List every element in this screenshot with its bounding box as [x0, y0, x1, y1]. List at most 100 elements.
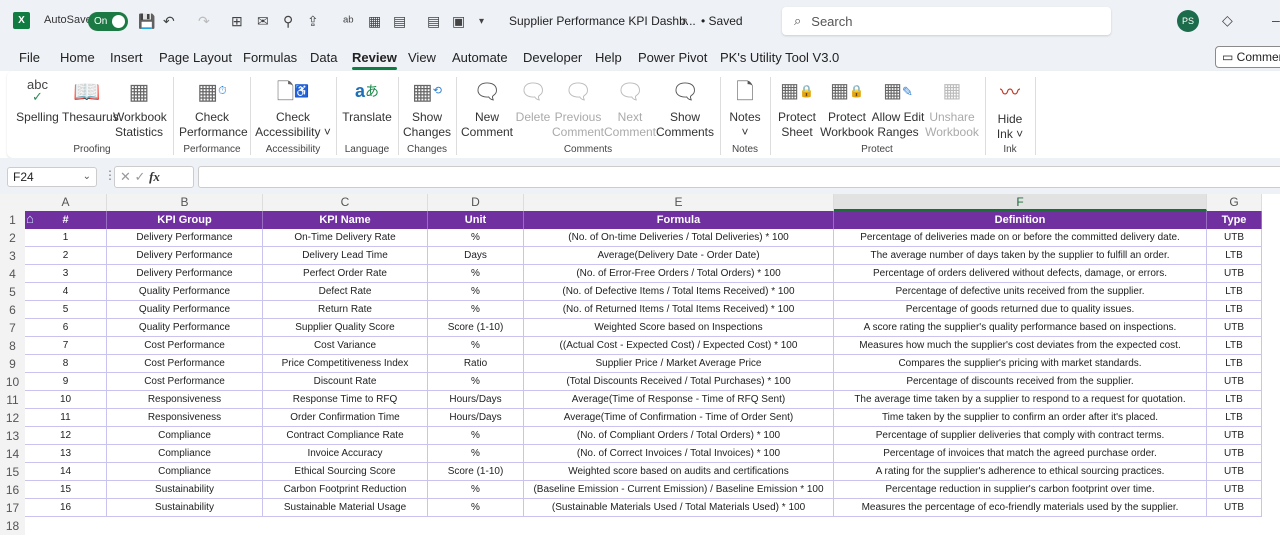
cell-col-number[interactable]: 14	[25, 463, 107, 481]
tab-insert[interactable]: Insert	[110, 50, 143, 65]
form-icon[interactable]: ▣	[452, 12, 465, 30]
cell-unit[interactable]: Ratio	[428, 355, 524, 373]
header-cell-kpi-group[interactable]: KPI Group	[107, 211, 263, 229]
cell-type[interactable]: UTB	[1207, 463, 1262, 481]
cell-formula[interactable]: Average(Time of Response - Time of RFQ S…	[524, 391, 834, 409]
cell-formula[interactable]: Weighted Score based on Inspections	[524, 319, 834, 337]
cell-definition[interactable]: The average number of days taken by the …	[834, 247, 1207, 265]
cell-kpi-name[interactable]: Response Time to RFQ	[263, 391, 428, 409]
cell-unit[interactable]: Score (1-10)	[428, 463, 524, 481]
cell-definition[interactable]: Percentage of deliveries made on or befo…	[834, 229, 1207, 247]
column-header-b[interactable]: B	[107, 194, 263, 211]
cell-type[interactable]: LTB	[1207, 283, 1262, 301]
cell-kpi-group[interactable]: Quality Performance	[107, 319, 263, 337]
cell-kpi-group[interactable]: Compliance	[107, 427, 263, 445]
name-box[interactable]: F24 ⌄	[7, 167, 97, 187]
check-accessibility-button[interactable]: 🗋 ♿ Check Accessibility ˅	[255, 74, 331, 140]
cell-col-number[interactable]: 9	[25, 373, 107, 391]
notes-button[interactable]: 🗋 Notes ˅	[725, 74, 765, 140]
row-header[interactable]: 14	[0, 445, 25, 463]
unshare-workbook-button[interactable]: ▦ Unshare Workbook	[925, 74, 979, 140]
cell-kpi-group[interactable]: Compliance	[107, 445, 263, 463]
header-cell-unit[interactable]: Unit	[428, 211, 524, 229]
header-cell-formula[interactable]: Formula	[524, 211, 834, 229]
cell-kpi-group[interactable]: Compliance	[107, 463, 263, 481]
filter-icon[interactable]: ⚲	[283, 12, 293, 30]
cell-formula[interactable]: (No. of On-time Deliveries / Total Deliv…	[524, 229, 834, 247]
cell-definition[interactable]: Percentage of invoices that match the ag…	[834, 445, 1207, 463]
cell-col-number[interactable]: 7	[25, 337, 107, 355]
tab-view[interactable]: View	[408, 50, 436, 65]
cell-kpi-name[interactable]: Supplier Quality Score	[263, 319, 428, 337]
cell-kpi-group[interactable]: Delivery Performance	[107, 229, 263, 247]
row-header[interactable]: 3	[0, 247, 25, 265]
insert-function-icon[interactable]: fx	[149, 169, 160, 184]
cell-kpi-name[interactable]: Contract Compliance Rate	[263, 427, 428, 445]
cell-type[interactable]: UTB	[1207, 229, 1262, 247]
row-header[interactable]: 4	[0, 265, 25, 283]
tab-pk-utility[interactable]: PK's Utility Tool V3.0	[720, 50, 839, 65]
row-header[interactable]: 2	[0, 229, 25, 247]
cell-definition[interactable]: Percentage of discounts received from th…	[834, 373, 1207, 391]
cell-unit[interactable]: %	[428, 445, 524, 463]
row-header[interactable]: 11	[0, 391, 25, 409]
previous-comment-button[interactable]: 🗨 Previous Comment	[552, 74, 604, 140]
share-icon[interactable]: ⇪	[307, 12, 319, 30]
cell-formula[interactable]: (Total Discounts Received / Total Purcha…	[524, 373, 834, 391]
row-header[interactable]: 6	[0, 301, 25, 319]
thesaurus-button[interactable]: 📖 Thesaurus	[62, 74, 119, 125]
row-header[interactable]: 12	[0, 409, 25, 427]
hide-ink-button[interactable]: 〰 Hide Ink ˅	[990, 76, 1030, 142]
cell-type[interactable]: UTB	[1207, 319, 1262, 337]
redo-icon[interactable]: ↷	[198, 12, 210, 30]
header-cell-kpi-name[interactable]: KPI Name	[263, 211, 428, 229]
search-box[interactable]: ⌕ Search	[782, 7, 1111, 35]
cell-kpi-group[interactable]: Quality Performance	[107, 283, 263, 301]
customize-qat-icon[interactable]: ▾	[479, 12, 484, 30]
cell-unit[interactable]: %	[428, 283, 524, 301]
home-icon[interactable]: ⌂	[26, 211, 34, 226]
cell-kpi-name[interactable]: Sustainable Material Usage	[263, 499, 428, 517]
next-comment-button[interactable]: 🗨 Next Comment	[604, 74, 656, 140]
comments-button[interactable]: ▭ Commen	[1215, 46, 1280, 68]
cell-formula[interactable]: (No. of Defective Items / Total Items Re…	[524, 283, 834, 301]
cell-definition[interactable]: Percentage of orders delivered without d…	[834, 265, 1207, 283]
formula-input[interactable]	[198, 166, 1280, 188]
enter-icon[interactable]: ✓	[135, 169, 146, 184]
cell-kpi-name[interactable]: Return Rate	[263, 301, 428, 319]
cell-kpi-name[interactable]: Perfect Order Rate	[263, 265, 428, 283]
cell-col-number[interactable]: 16	[25, 499, 107, 517]
autosave-toggle[interactable]: On	[88, 12, 128, 31]
cell-formula[interactable]: Average(Time of Confirmation - Time of O…	[524, 409, 834, 427]
cell-col-number[interactable]: 6	[25, 319, 107, 337]
row-header[interactable]: 17	[0, 499, 25, 517]
cell-kpi-group[interactable]: Quality Performance	[107, 301, 263, 319]
header-cell-col-number[interactable]: #	[25, 211, 107, 229]
cell-unit[interactable]: %	[428, 427, 524, 445]
header-cell-definition[interactable]: Definition	[834, 211, 1207, 229]
cell-formula[interactable]: (No. of Returned Items / Total Items Rec…	[524, 301, 834, 319]
cell-col-number[interactable]: 4	[25, 283, 107, 301]
cell-definition[interactable]: Percentage reduction in supplier's carbo…	[834, 481, 1207, 499]
row-header[interactable]: 16	[0, 481, 25, 499]
row-header[interactable]: 13	[0, 427, 25, 445]
cell-formula[interactable]: Supplier Price / Market Average Price	[524, 355, 834, 373]
cell-type[interactable]: UTB	[1207, 499, 1262, 517]
protect-workbook-button[interactable]: ▦ 🔒 Protect Workbook	[819, 74, 875, 140]
cell-kpi-group[interactable]: Delivery Performance	[107, 265, 263, 283]
cancel-icon[interactable]: ✕	[120, 169, 131, 184]
cell-kpi-name[interactable]: Cost Variance	[263, 337, 428, 355]
cell-type[interactable]: UTB	[1207, 481, 1262, 499]
cell-unit[interactable]: %	[428, 373, 524, 391]
column-header-g[interactable]: G	[1207, 194, 1262, 211]
cell-formula[interactable]: ((Actual Cost - Expected Cost) / Expecte…	[524, 337, 834, 355]
cell-col-number[interactable]: 3	[25, 265, 107, 283]
cell-formula[interactable]: (No. of Compliant Orders / Total Orders)…	[524, 427, 834, 445]
select-all-corner[interactable]	[0, 194, 25, 211]
column-header-c[interactable]: C	[263, 194, 428, 211]
cell-kpi-name[interactable]: Price Competitiveness Index	[263, 355, 428, 373]
cell-type[interactable]: LTB	[1207, 247, 1262, 265]
cell-definition[interactable]: The average time taken by a supplier to …	[834, 391, 1207, 409]
cell-kpi-name[interactable]: Order Confirmation Time	[263, 409, 428, 427]
cell-definition[interactable]: Percentage of defective units received f…	[834, 283, 1207, 301]
